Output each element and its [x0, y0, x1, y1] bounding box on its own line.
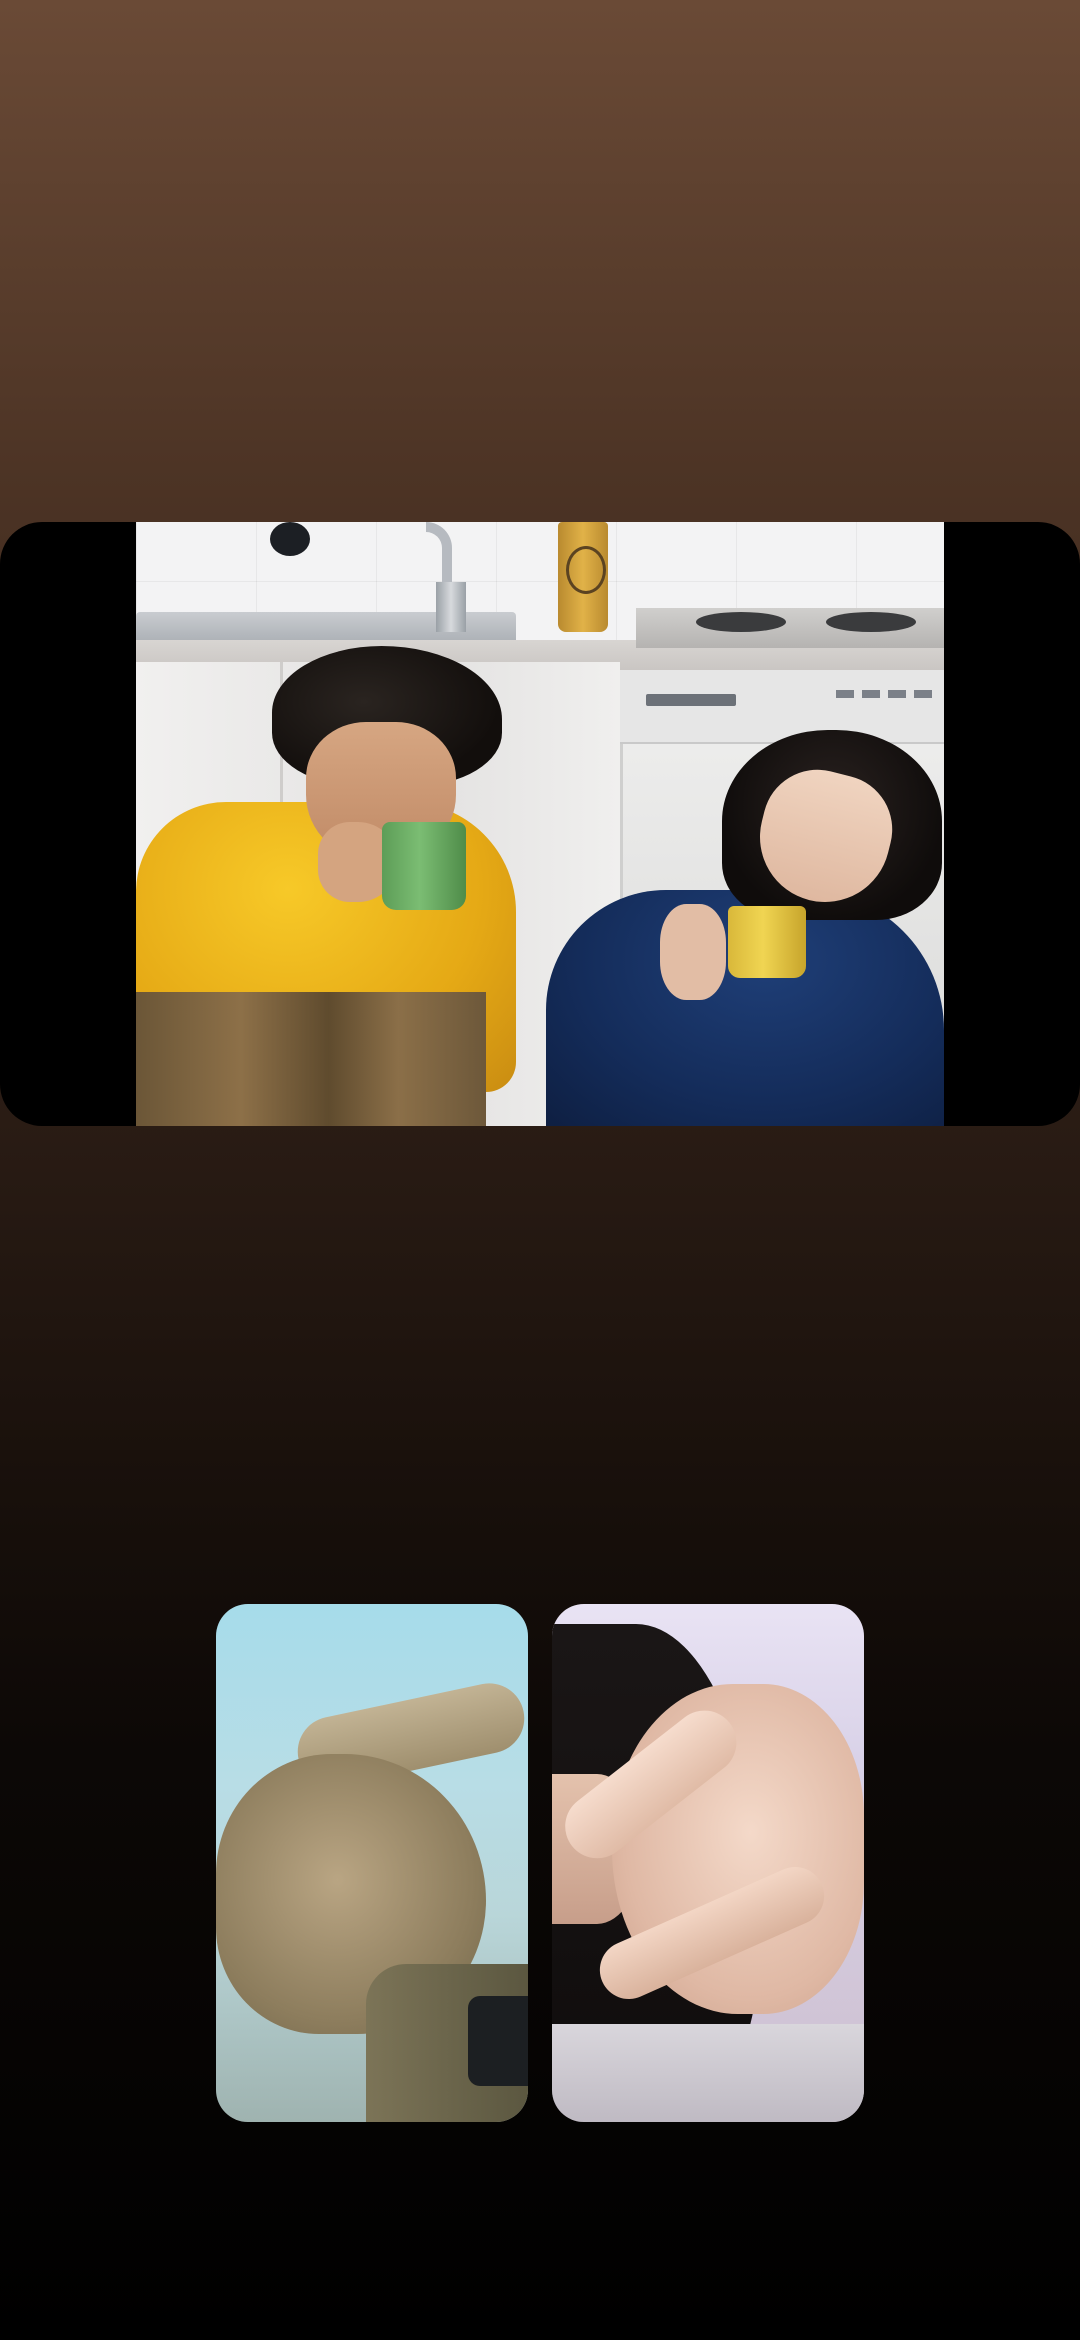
stove-burner: [696, 612, 786, 632]
camera-object: [270, 522, 310, 556]
washer-panel: [620, 670, 944, 744]
watch: [468, 1996, 528, 2086]
participant-tile-2[interactable]: [552, 1604, 864, 2122]
person-hand: [660, 904, 726, 1000]
green-mug: [382, 822, 466, 910]
bottle: [558, 522, 608, 632]
participant-tile-1[interactable]: [216, 1604, 528, 2122]
stove-burner: [826, 612, 916, 632]
person-pants: [136, 992, 486, 1126]
faucet-base: [436, 582, 466, 632]
yellow-mug: [728, 906, 806, 978]
participant-shirt: [552, 2024, 864, 2122]
washer-label: [646, 694, 736, 706]
main-video[interactable]: [136, 522, 944, 1126]
washer-buttons: [836, 690, 936, 698]
main-video-frame[interactable]: [0, 522, 1080, 1126]
